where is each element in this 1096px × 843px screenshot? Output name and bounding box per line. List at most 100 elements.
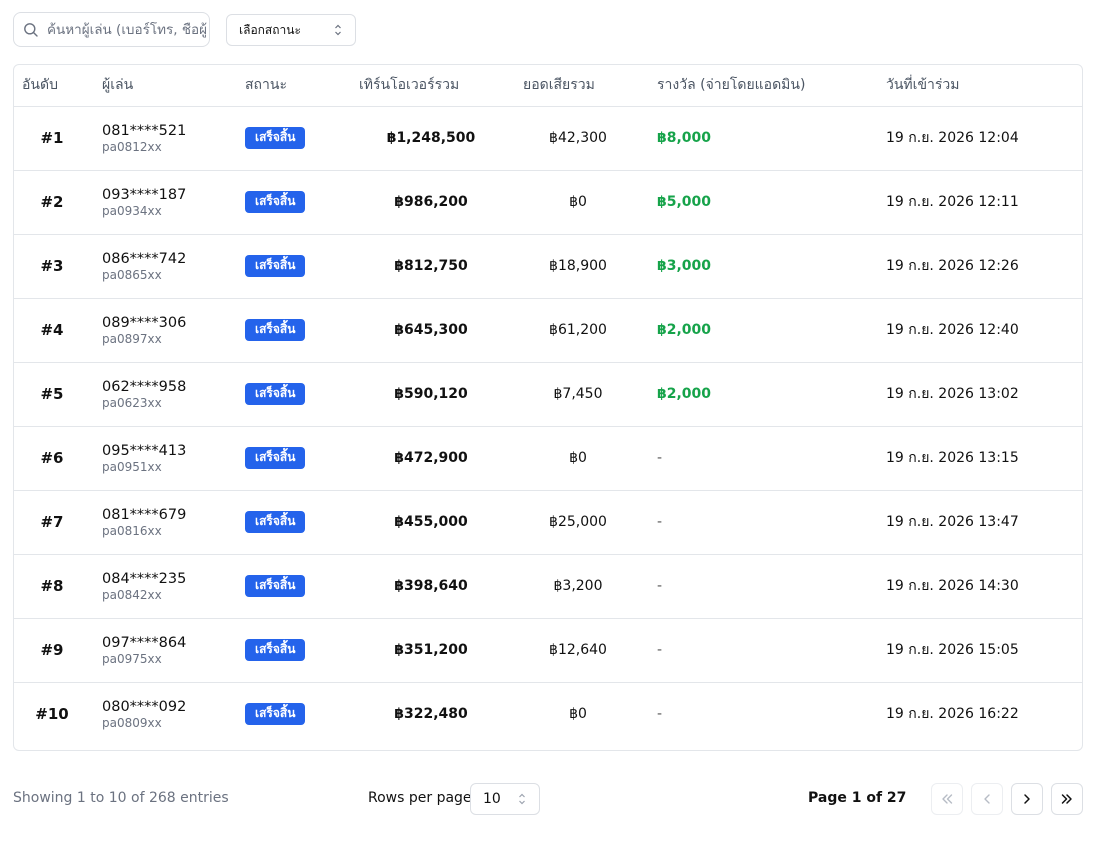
rank-cell: #6 [14, 425, 90, 490]
rank-cell: #10 [14, 681, 90, 746]
chevrons-left-icon [942, 794, 953, 804]
turnover-cell: ฿398,640 [349, 553, 513, 618]
chevrons-right-icon [1061, 794, 1072, 804]
status-badge: เสร็จสิ้น [245, 191, 306, 213]
table-row: #2 093****187 pa0934xx เสร็จสิ้น ฿986,200 ฿0 ฿… [14, 169, 1082, 234]
joined-date-cell: 19 ก.ย. 2026 12:04 [886, 130, 1019, 146]
loss-cell: ฿18,900 [513, 233, 643, 298]
prize-cell: ฿2,000 [643, 297, 874, 362]
first-page-button[interactable] [931, 783, 963, 815]
player-username: pa0865xx [102, 267, 162, 282]
status-badge: เสร็จสิ้น [245, 319, 306, 341]
loss-cell: ฿25,000 [513, 489, 643, 554]
player-username: pa0951xx [102, 459, 162, 474]
player-phone: 081****521 [102, 122, 187, 139]
turnover-cell: ฿986,200 [349, 169, 513, 234]
player-cell: 093****187 pa0934xx [90, 169, 232, 234]
last-page-button[interactable] [1051, 783, 1083, 815]
header-joined: วันที่เข้าร่วม [874, 65, 1082, 107]
player-phone: 097****864 [102, 634, 187, 651]
player-username: pa0809xx [102, 715, 162, 730]
pagination-footer: Showing 1 to 10 of 268 entries Rows per … [13, 782, 1083, 816]
table-row: #6 095****413 pa0951xx เสร็จสิ้น ฿472,900 ฿0-… [14, 425, 1082, 490]
table-row: #4 089****306 pa0897xx เสร็จสิ้น ฿645,300 ฿61… [14, 297, 1082, 362]
status-badge: เสร็จสิ้น [245, 255, 306, 277]
turnover-cell: ฿472,900 [349, 425, 513, 490]
page-indicator: Page 1 of 27 [808, 790, 907, 806]
loss-cell: ฿7,450 [513, 361, 643, 426]
joined-date-cell: 19 ก.ย. 2026 12:11 [874, 169, 1082, 234]
loss-cell: ฿0 [513, 425, 643, 490]
header-prize: รางวัล (จ่ายโดยแอดมิน) [643, 65, 874, 107]
joined-date-cell: 19 ก.ย. 2026 12:26 [874, 233, 1082, 298]
table-row: #5 062****958 pa0623xx เสร็จสิ้น ฿590,120 ฿7,… [14, 361, 1082, 426]
player-username: pa0975xx [102, 651, 162, 666]
loss-cell: ฿61,200 [513, 297, 643, 362]
rank-cell: #5 [14, 361, 90, 426]
search-icon [24, 22, 38, 37]
joined-date-cell: 19 ก.ย. 2026 15:05 [874, 617, 1082, 682]
status-badge: เสร็จสิ้น [245, 127, 306, 149]
player-cell: 081****521 pa0812xx [90, 106, 232, 170]
search-field[interactable] [13, 12, 210, 47]
turnover-cell: ฿455,000 [349, 489, 513, 554]
joined-date-cell: 19 ก.ย. 2026 13:15 [874, 425, 1082, 490]
rank-cell: #2 [14, 169, 90, 234]
player-phone: 095****413 [102, 442, 187, 459]
next-page-button[interactable] [1011, 783, 1043, 815]
rank-cell: #4 [14, 297, 90, 362]
status-cell: เสร็จสิ้น [232, 617, 349, 682]
loss-cell: ฿0 [513, 169, 643, 234]
player-cell: 086****742 pa0865xx [90, 233, 232, 298]
player-cell: 062****958 pa0623xx [90, 361, 232, 426]
rank-cell: #9 [14, 617, 90, 682]
turnover-cell: ฿645,300 [349, 297, 513, 362]
header-rank: อันดับ [14, 65, 90, 107]
player-cell: 095****413 pa0951xx [90, 425, 232, 490]
status-badge: เสร็จสิ้น [245, 511, 306, 533]
prize-cell: ฿5,000 [643, 169, 874, 234]
leaderboard-table-container: อันดับ ผู้เล่น สถานะ เทิร์นโอเวอร์รวม ยอ… [13, 64, 1083, 751]
turnover-cell: ฿351,200 [349, 617, 513, 682]
loss-cell: ฿3,200 [513, 553, 643, 618]
player-cell: 089****306 pa0897xx [90, 297, 232, 362]
loss-cell: ฿12,640 [513, 617, 643, 682]
player-cell: 097****864 pa0975xx [90, 617, 232, 682]
status-cell: เสร็จสิ้น [232, 106, 349, 170]
rows-per-page-select[interactable]: 10 [470, 783, 540, 815]
rows-per-page-value: 10 [483, 791, 501, 807]
status-badge: เสร็จสิ้น [245, 703, 306, 726]
table-row: #3 086****742 pa0865xx เสร็จสิ้น ฿812,750 ฿18… [14, 233, 1082, 298]
prize-cell: - [643, 617, 874, 682]
loss-cell: ฿0 [513, 681, 643, 746]
table-row: #1 081****521 pa0812xx เสร็จสิ้น ฿1,248,500 ฿… [14, 106, 1082, 170]
turnover-cell: ฿590,120 [349, 361, 513, 426]
header-player: ผู้เล่น [90, 65, 232, 107]
status-filter-select[interactable]: เลือกสถานะ [226, 14, 356, 46]
turnover-cell: ฿812,750 [349, 233, 513, 298]
status-badge: เสร็จสิ้น [245, 575, 306, 597]
header-status: สถานะ [232, 65, 349, 107]
turnover-cell: ฿322,480 [349, 681, 513, 746]
chevron-right-icon [1024, 794, 1030, 804]
joined-date-cell: 19 ก.ย. 2026 12:40 [874, 297, 1082, 362]
rows-per-page-label: Rows per page [368, 790, 472, 806]
rank-cell: #1 [40, 129, 64, 147]
table-row: #8 084****235 pa0842xx เสร็จสิ้น ฿398,640 ฿3,… [14, 553, 1082, 618]
entries-summary: Showing 1 to 10 of 268 entries [13, 790, 229, 806]
status-cell: เสร็จสิ้น [232, 169, 349, 234]
status-cell: เสร็จสิ้น [232, 681, 349, 746]
player-phone: 062****958 [102, 378, 187, 395]
prize-cell: ฿3,000 [643, 233, 874, 298]
table-row: #10 080****092 pa0809xx เสร็จสิ้น ฿322,480 ฿0… [14, 681, 1082, 746]
search-input[interactable] [47, 21, 207, 38]
status-badge: เสร็จสิ้น [245, 447, 306, 469]
prize-cell: ฿8,000 [657, 130, 712, 146]
previous-page-button[interactable] [971, 783, 1003, 815]
table-body: #1 081****521 pa0812xx เสร็จสิ้น ฿1,248,500 ฿… [14, 106, 1082, 746]
status-badge: เสร็จสิ้น [245, 383, 306, 405]
player-cell: 084****235 pa0842xx [90, 553, 232, 618]
turnover-cell: ฿1,248,500 [386, 130, 476, 146]
loss-cell: ฿42,300 [549, 130, 607, 146]
status-cell: เสร็จสิ้น [232, 489, 349, 554]
